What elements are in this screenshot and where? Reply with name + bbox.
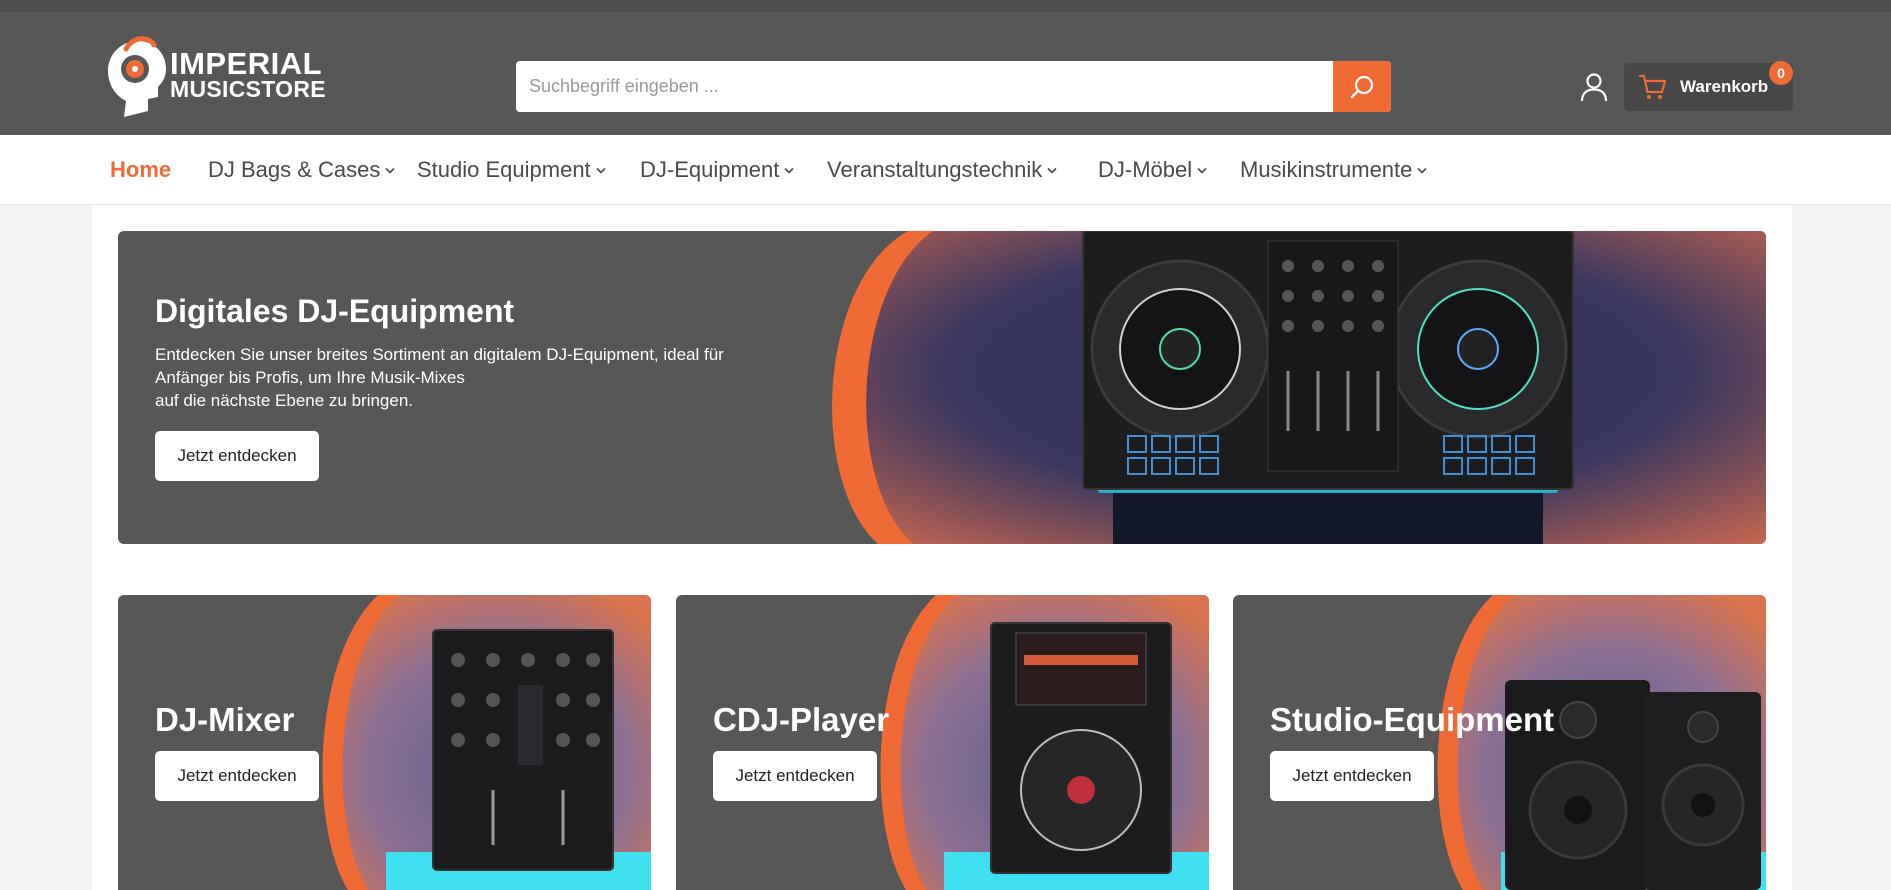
nav-item-veranstaltungstechnik[interactable]: Veranstaltungstechnik [827, 157, 1057, 183]
account-button[interactable] [1578, 71, 1610, 103]
headphone-head-logo-icon [108, 36, 166, 117]
category-card-dj-mixer[interactable]: DJ-Mixer Jetzt entdecken [118, 595, 651, 890]
top-strip [0, 0, 1891, 13]
site-header: IMPERIAL MUSICSTORE Warenkorb 0 [0, 13, 1891, 135]
chevron-down-icon [1047, 167, 1057, 174]
user-icon [1580, 73, 1608, 102]
nav-item-label: Veranstaltungstechnik [827, 157, 1043, 182]
nav-item-label: DJ-Equipment [640, 157, 780, 182]
hero-description: Entdecken Sie unser breites Sortiment an… [155, 343, 765, 412]
search-input[interactable] [516, 61, 1333, 112]
card-discover-button[interactable]: Jetzt entdecken [155, 751, 319, 801]
search-button[interactable] [1333, 61, 1391, 112]
logo-text-musicstore: MUSICSTORE [170, 76, 326, 102]
nav-item-studio-equipment[interactable]: Studio Equipment [417, 157, 606, 183]
chevron-down-icon [1417, 167, 1427, 174]
logo-text-imperial: IMPERIAL [170, 46, 323, 81]
dj-mixer-image [322, 595, 651, 890]
search-icon [1350, 75, 1374, 98]
main-navigation: Home DJ Bags & Cases Studio Equipment DJ… [0, 135, 1891, 205]
store-logo[interactable]: IMPERIAL MUSICSTORE [104, 31, 344, 121]
nav-item-label: DJ Bags & Cases [208, 157, 381, 182]
nav-item-label: Musikinstrumente [1240, 157, 1413, 182]
nav-item-dj-moebel[interactable]: DJ-Möbel [1098, 157, 1207, 183]
nav-item-home[interactable]: Home [110, 157, 171, 183]
hero-description-line-2: Anfänger bis Profis, um Ihre Musik-Mixes [155, 368, 465, 387]
chevron-down-icon [784, 167, 794, 174]
shopping-cart-icon [1638, 74, 1667, 99]
nav-item-dj-bags-cases[interactable]: DJ Bags & Cases [208, 157, 395, 183]
card-discover-button[interactable]: Jetzt entdecken [1270, 751, 1434, 801]
hero-discover-button[interactable]: Jetzt entdecken [155, 431, 319, 481]
hero-description-line-1: Entdecken Sie unser breites Sortiment an… [155, 345, 724, 364]
hero-description-line-3: auf die nächste Ebene zu bringen. [155, 391, 414, 410]
cart-count-badge: 0 [1769, 61, 1793, 85]
hero-title: Digitales DJ-Equipment [155, 293, 515, 329]
hero-banner: Digitales DJ-Equipment Entdecken Sie uns… [118, 231, 1766, 544]
category-card-cdj-player[interactable]: CDJ-Player Jetzt entdecken [676, 595, 1209, 890]
cart-button[interactable]: Warenkorb 0 [1624, 61, 1793, 111]
search-bar [516, 61, 1391, 112]
cdj-player-image [880, 595, 1209, 890]
chevron-down-icon [596, 167, 606, 174]
nav-item-dj-equipment[interactable]: DJ-Equipment [640, 157, 794, 183]
card-title: CDJ-Player [713, 701, 890, 738]
card-title: Studio-Equipment [1270, 701, 1555, 738]
studio-monitors-image [1437, 595, 1766, 890]
card-title: DJ-Mixer [155, 701, 295, 738]
nav-item-label: DJ-Möbel [1098, 157, 1193, 182]
nav-item-label: Studio Equipment [417, 157, 591, 182]
card-discover-button[interactable]: Jetzt entdecken [713, 751, 877, 801]
chevron-down-icon [1197, 167, 1207, 174]
chevron-down-icon [385, 167, 395, 174]
category-card-studio-equipment[interactable]: Studio-Equipment Jetzt entdecken [1233, 595, 1766, 890]
nav-item-musikinstrumente[interactable]: Musikinstrumente [1240, 157, 1427, 183]
cart-label: Warenkorb [1680, 77, 1769, 96]
nav-item-label: Home [110, 157, 172, 182]
